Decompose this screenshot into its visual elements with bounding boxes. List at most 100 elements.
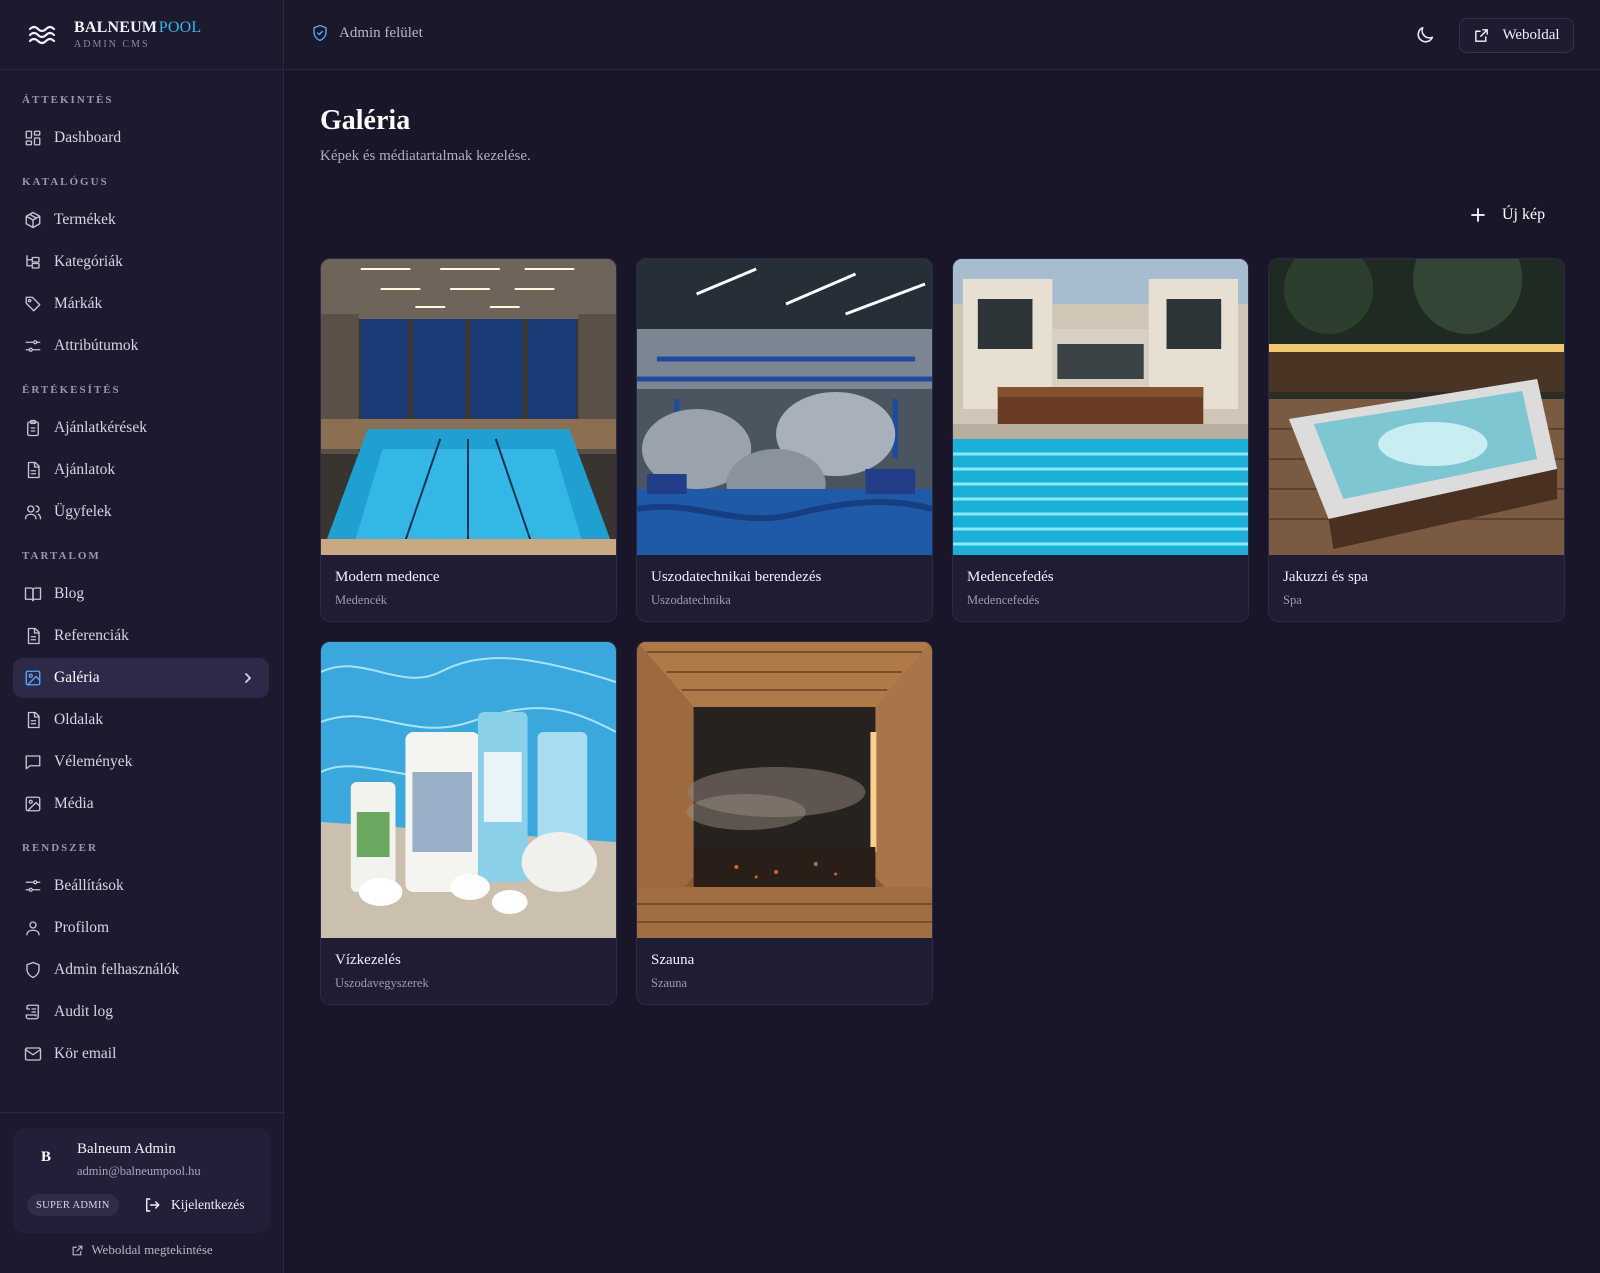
- shield-check-icon: [311, 24, 329, 42]
- sidebar-item-mass-email[interactable]: Kör email: [13, 1034, 269, 1074]
- mail-icon: [24, 1045, 42, 1063]
- gallery-card[interactable]: Uszodatechnikai berendezés Uszodatechnik…: [636, 258, 933, 622]
- sidebar-item-quote-requests[interactable]: Ajánlatkérések: [13, 408, 269, 448]
- nav-section-title: ÁTTEKINTÉS: [22, 94, 114, 106]
- logout-button[interactable]: Kijelentkezés: [143, 1192, 244, 1218]
- chevron-right-icon: [241, 670, 255, 686]
- nav-section-system: RENDSZER Beállítások Profilom Admin felh…: [0, 842, 283, 1074]
- folder-tree-icon: [24, 253, 42, 271]
- dashboard-icon: [24, 129, 42, 147]
- sidebar-item-media[interactable]: Média: [13, 784, 269, 824]
- sidebar-item-label: Ajánlatok: [54, 461, 116, 478]
- admin-label: Admin felület: [311, 24, 423, 42]
- plus-icon: [1470, 207, 1486, 223]
- user-icon: [24, 919, 42, 937]
- sidebar-item-brands[interactable]: Márkák: [13, 284, 269, 324]
- divider: [0, 1112, 284, 1113]
- gallery-card[interactable]: Medencefedés Medencefedés: [952, 258, 1249, 622]
- view-site-label: Weboldal megtekintése: [91, 1242, 213, 1257]
- theme-toggle[interactable]: [1414, 24, 1436, 46]
- gallery-card[interactable]: Vízkezelés Uszodavegyszerek: [320, 641, 617, 1005]
- nav-section-title: RENDSZER: [22, 842, 98, 854]
- sauna-image: [637, 642, 932, 938]
- sidebar-item-label: Márkák: [54, 295, 103, 312]
- image-icon: [24, 795, 42, 813]
- nav-section-catalog: KATALÓGUS Termékek Kategóriák Márkák Att…: [0, 176, 283, 366]
- page-title: Galéria: [320, 105, 411, 136]
- sidebar-item-customers[interactable]: Ügyfelek: [13, 492, 269, 532]
- card-title: Medencefedés: [967, 569, 1054, 585]
- message-icon: [24, 753, 42, 771]
- sidebar-item-label: Attribútumok: [54, 337, 139, 354]
- gallery-card[interactable]: Szauna Szauna: [636, 641, 933, 1005]
- brand[interactable]: BALNEUM POOL ADMIN CMS: [0, 0, 283, 70]
- sidebar-item-label: Admin felhasználók: [54, 961, 180, 978]
- sidebar-item-references[interactable]: Referenciák: [13, 616, 269, 656]
- brand-accent: POOL: [158, 18, 202, 36]
- sidebar-item-quotes[interactable]: Ajánlatok: [13, 450, 269, 490]
- sidebar-item-label: Ajánlatkérések: [54, 419, 147, 436]
- nav-section-overview: ÁTTEKINTÉS Dashboard: [0, 94, 283, 158]
- sidebar-item-settings[interactable]: Beállítások: [13, 866, 269, 906]
- sidebar-item-label: Kör email: [54, 1045, 117, 1062]
- card-title: Jakuzzi és spa: [1283, 569, 1368, 585]
- new-image-label: Új kép: [1502, 206, 1546, 223]
- logout-label: Kijelentkezés: [171, 1197, 245, 1212]
- external-link-icon: [1473, 27, 1490, 44]
- sidebar-item-label: Média: [54, 795, 94, 812]
- sidebar-item-dashboard[interactable]: Dashboard: [13, 118, 269, 158]
- sidebar-item-profile[interactable]: Profilom: [13, 908, 269, 948]
- nav-section-title: KATALÓGUS: [22, 176, 109, 188]
- card-category: Szauna: [651, 976, 688, 990]
- nav-section-title: TARTALOM: [22, 550, 101, 562]
- gallery-card[interactable]: Jakuzzi és spa Spa: [1268, 258, 1565, 622]
- brand-name: BALNEUM: [74, 18, 158, 36]
- moon-icon: [1414, 26, 1436, 50]
- hot-tub-image: [1269, 259, 1564, 555]
- sidebar-item-categories[interactable]: Kategóriák: [13, 242, 269, 282]
- external-link-icon: [71, 1244, 84, 1257]
- user-email: admin@balneumpool.hu: [77, 1164, 201, 1178]
- users-icon: [24, 503, 42, 521]
- nav-section-content: TARTALOM Blog Referenciák Galéria Oldala…: [0, 550, 283, 824]
- shield-icon: [24, 961, 42, 979]
- brand-subtitle: ADMIN CMS: [74, 38, 150, 50]
- sidebar-item-label: Profilom: [54, 919, 110, 936]
- sidebar-item-reviews[interactable]: Vélemények: [13, 742, 269, 782]
- sidebar-item-attributes[interactable]: Attribútumok: [13, 326, 269, 366]
- website-button[interactable]: Weboldal: [1459, 18, 1574, 53]
- card-category: Uszodavegyszerek: [335, 976, 429, 990]
- card-category: Medencék: [335, 593, 388, 607]
- sidebar-item-label: Dashboard: [54, 129, 122, 146]
- sidebar-item-admin-users[interactable]: Admin felhasználók: [13, 950, 269, 990]
- sidebar-item-label: Termékek: [54, 211, 116, 228]
- new-image-button[interactable]: Új kép: [1470, 200, 1545, 230]
- sidebar-item-label: Blog: [54, 585, 85, 602]
- chemicals-image: [321, 642, 616, 938]
- sidebar-item-pages[interactable]: Oldalak: [13, 700, 269, 740]
- tag-icon: [24, 295, 42, 313]
- view-site-link[interactable]: Weboldal megtekintése: [0, 1242, 284, 1258]
- sidebar-item-audit-log[interactable]: Audit log: [13, 992, 269, 1032]
- card-title: Vízkezelés: [335, 952, 401, 968]
- package-icon: [24, 211, 42, 229]
- gallery-grid: Modern medence Medencék Uszodatechnikai …: [320, 258, 1565, 1008]
- sliders-icon: [24, 877, 42, 895]
- sidebar-item-gallery[interactable]: Galéria: [13, 658, 269, 698]
- gallery-card[interactable]: Modern medence Medencék: [320, 258, 617, 622]
- brand-title: BALNEUM POOL: [74, 18, 202, 36]
- nav-section-sales: ÉRTÉKESÍTÉS Ajánlatkérések Ajánlatok Ügy…: [0, 384, 283, 532]
- nav-section-title: ÉRTÉKESÍTÉS: [22, 384, 121, 396]
- book-icon: [24, 585, 42, 603]
- sidebar-nav: ÁTTEKINTÉS Dashboard KATALÓGUS Termékek …: [0, 70, 283, 1074]
- logout-icon: [143, 1196, 161, 1214]
- sidebar-item-label: Referenciák: [54, 627, 129, 644]
- card-category: Medencefedés: [967, 593, 1040, 607]
- pump-room-image: [637, 259, 932, 555]
- sidebar-item-label: Oldalak: [54, 711, 104, 728]
- topbar: Admin felület Weboldal: [285, 0, 1600, 70]
- document-icon: [24, 711, 42, 729]
- clipboard-icon: [24, 419, 42, 437]
- sidebar-item-blog[interactable]: Blog: [13, 574, 269, 614]
- sidebar-item-products[interactable]: Termékek: [13, 200, 269, 240]
